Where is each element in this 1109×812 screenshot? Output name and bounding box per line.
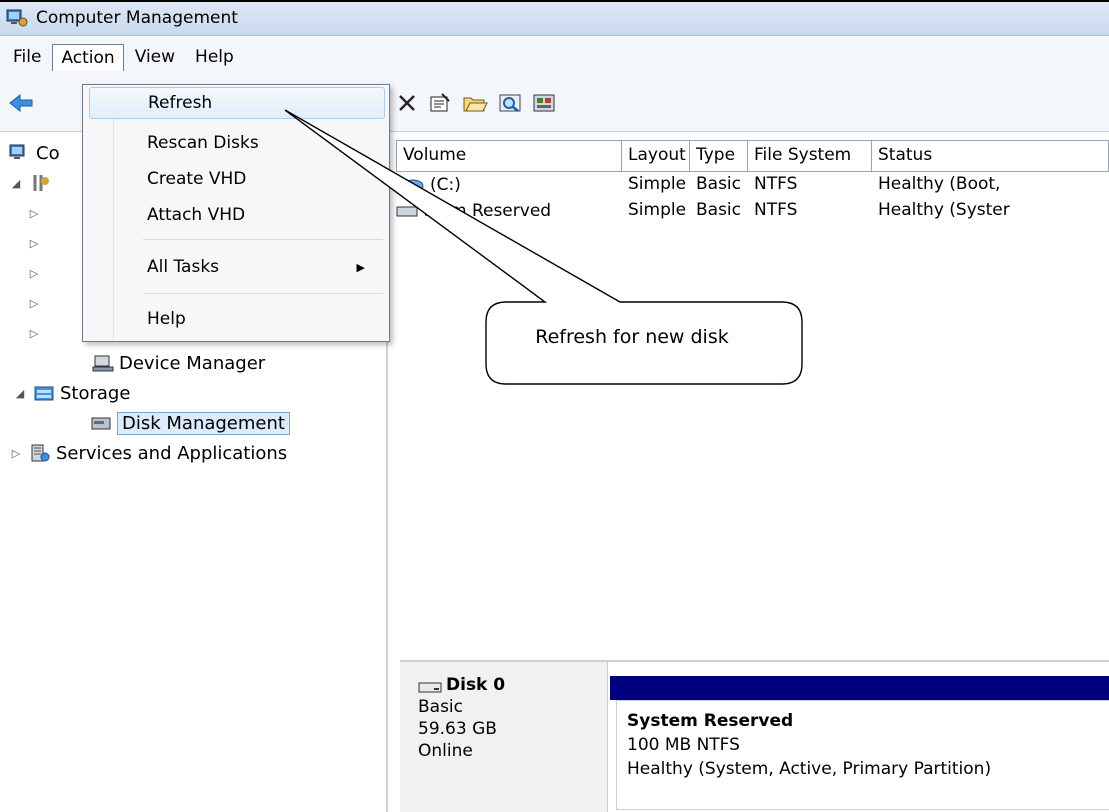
callout-text: Refresh for new disk xyxy=(535,326,729,348)
callout-annotation xyxy=(284,109,803,385)
